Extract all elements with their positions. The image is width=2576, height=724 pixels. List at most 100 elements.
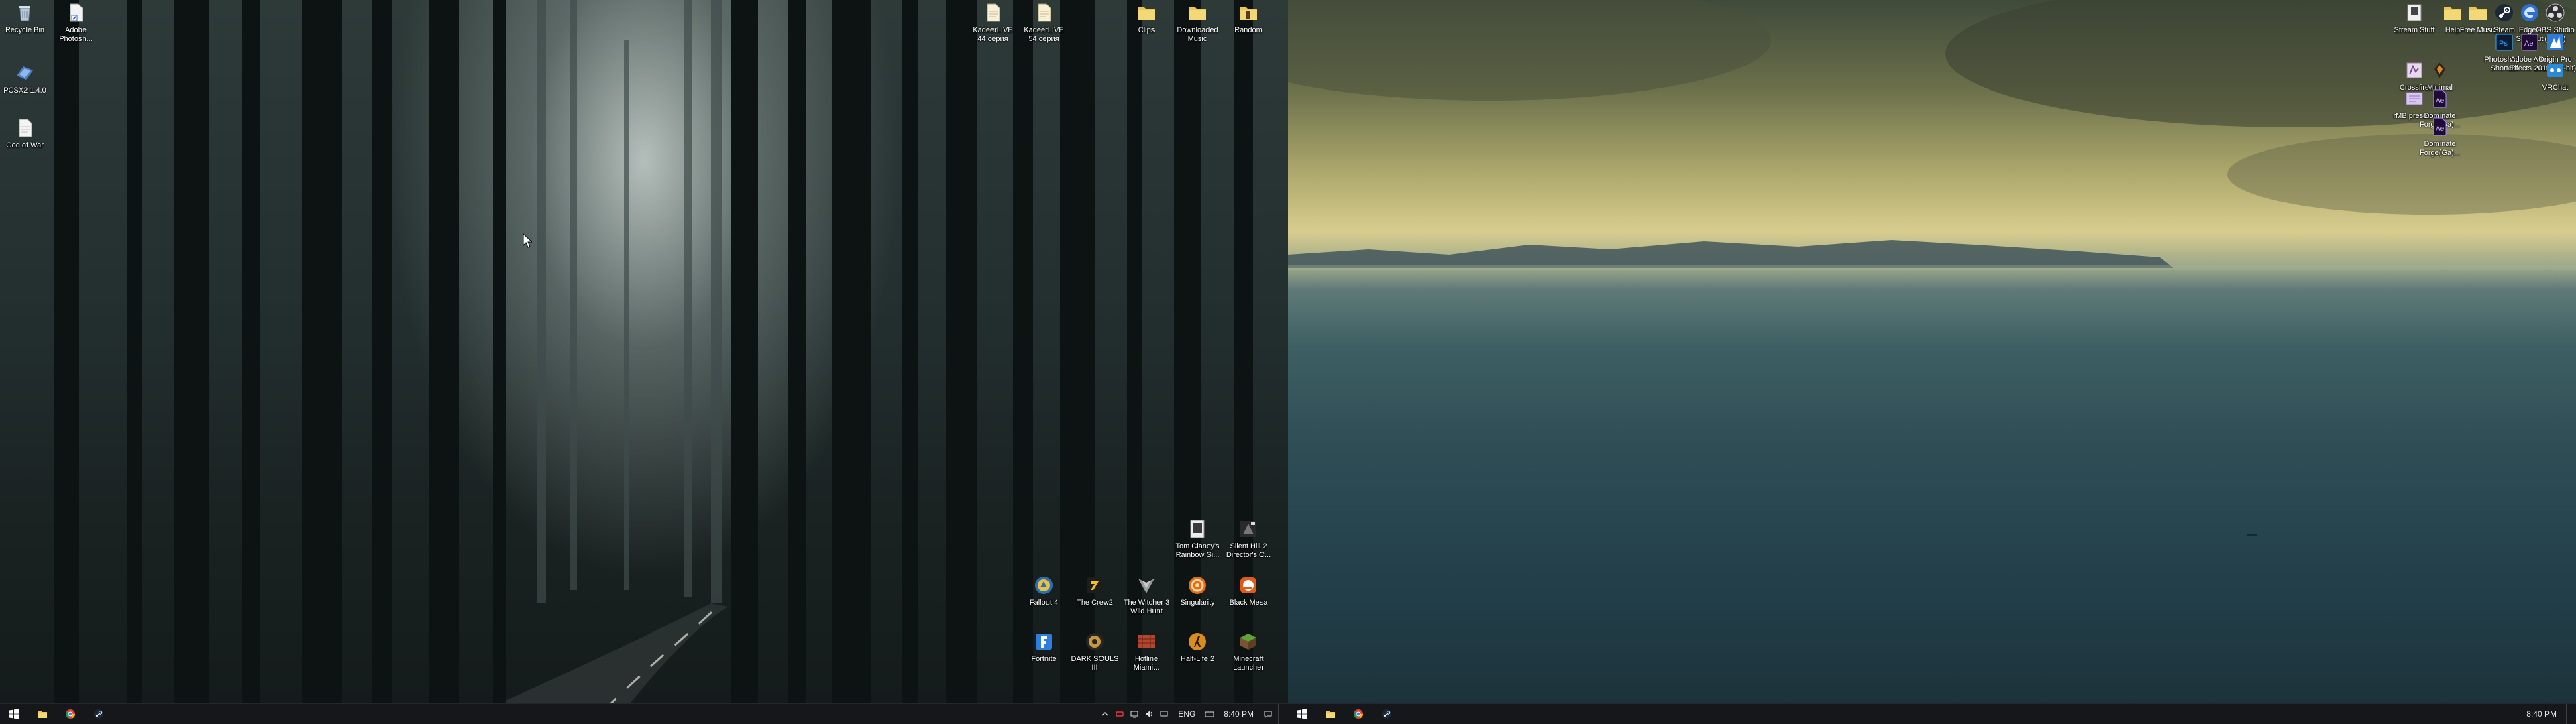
taskbar-steam-secondary[interactable] (1373, 704, 1401, 724)
desktop-icon-black-mesa[interactable]: Black Mesa (1224, 574, 1273, 607)
icon-label: Hotline Miami... (1133, 655, 1160, 672)
vr-icon (2544, 59, 2567, 82)
taskbar-right: 8:40 PM (1288, 703, 2576, 724)
monitor-right: Stream Stuff Help Free Music Steam Edge … (1288, 0, 2576, 724)
tray-overflow[interactable] (1097, 704, 1112, 724)
stream-icon (2403, 1, 2426, 24)
icon-label: Tom Clancy's Rainbow Si... (1175, 542, 1220, 559)
desktop-icon-fallout-4[interactable]: Fallout 4 (1019, 574, 1069, 607)
desktop-icon-rainbow-six[interactable]: Tom Clancy's Rainbow Si... (1173, 518, 1222, 560)
desktop-icon-dark-souls-3[interactable]: DARK SOULS III (1070, 630, 1120, 672)
show-desktop-button[interactable] (1278, 704, 1283, 724)
hotline-miami-icon (1135, 630, 1158, 653)
show-desktop-button-secondary[interactable] (2566, 704, 2571, 724)
desktop-icon-kadeerlive-44[interactable]: KadeerLIVE 44 серия (968, 1, 1018, 44)
app-icon (2428, 59, 2451, 82)
silent-hill-icon (1237, 518, 1260, 540)
desktop-icon-hotline-miami[interactable]: Hotline Miami... (1122, 630, 1171, 672)
icon-label: Random (1234, 26, 1263, 34)
recording-icon (1116, 711, 1124, 717)
action-center[interactable] (1260, 704, 1275, 724)
icon-label: Fallout 4 (1029, 599, 1059, 607)
desktop-icon-the-crew-2[interactable]: The Crew2 (1070, 574, 1120, 607)
keyboard-icon (1205, 711, 1214, 717)
icon-label: Dominate Forge(Ga)... (2420, 140, 2460, 157)
windows-start-icon (1297, 709, 1307, 719)
icon-label: DARK SOULS III (1071, 655, 1119, 672)
text-file-icon (1032, 1, 1055, 24)
taskbar-chrome-secondary[interactable] (1344, 704, 1373, 724)
icon-label: Recycle Bin (5, 26, 45, 34)
desktop-icon-recycle-bin[interactable]: Recycle Bin (0, 1, 50, 35)
document-icon (13, 117, 36, 139)
file-explorer-icon (1326, 711, 1335, 718)
chevron-up-icon (1102, 712, 1108, 716)
start-button-secondary[interactable] (1288, 704, 1316, 724)
taskbar-steam[interactable] (85, 704, 113, 724)
desktop-icon-the-witcher-3[interactable]: The Witcher 3 Wild Hunt (1122, 574, 1171, 616)
taskbar-clock-secondary[interactable]: 8:40 PM (2520, 709, 2563, 719)
desktop-icon-downloaded-music[interactable]: Downloaded Music (1173, 1, 1222, 44)
recycle-bin-icon (13, 1, 36, 24)
taskbar-file-explorer[interactable] (28, 704, 56, 724)
icon-label: PCSX2 1.4.0 (3, 86, 46, 95)
desktop-icon-silent-hill-2[interactable]: Silent Hill 2 Director's C... (1224, 518, 1273, 560)
fortnite-icon (1032, 630, 1055, 653)
steam-icon (94, 709, 103, 719)
desktop-icon-vrchat[interactable]: VRChat (2530, 59, 2576, 93)
action-center-icon (1264, 711, 1272, 718)
tray-keyboard[interactable] (1202, 704, 1217, 724)
desktop-icon-clips[interactable]: Clips (1122, 1, 1171, 35)
sea-landscape (1288, 0, 2576, 536)
dark-souls-icon (1083, 630, 1106, 653)
taskbar-file-explorer-secondary[interactable] (1316, 704, 1344, 724)
taskbar-chrome[interactable] (56, 704, 85, 724)
icon-label: Singularity (1180, 599, 1215, 607)
icon-label: God of War (6, 141, 44, 149)
half-life-icon (1186, 630, 1209, 653)
taskbar-left: ENG 8:40 PM (0, 703, 1288, 724)
singularity-icon (1186, 574, 1209, 597)
svg-text:Ae: Ae (2436, 125, 2445, 133)
origin-icon (2544, 31, 2567, 54)
chrome-icon (1354, 709, 1364, 719)
tray-notifications[interactable] (1157, 704, 1171, 724)
forest-trees (54, 0, 1253, 712)
desktop-icon-fortnite[interactable]: Fortnite (1019, 630, 1069, 664)
speaker-icon (1146, 711, 1152, 717)
fallout-icon (1032, 574, 1055, 597)
desktop-icon-random[interactable]: Random (1224, 1, 1273, 35)
folder-icon (1237, 1, 1260, 24)
folder-icon (1186, 1, 1209, 24)
tray-app-red[interactable] (1112, 704, 1127, 724)
mouse-cursor-icon (523, 233, 532, 248)
witcher-icon (1135, 574, 1158, 597)
tray-volume[interactable] (1142, 704, 1157, 724)
icon-label: VRChat (2542, 84, 2569, 92)
icon-label: The Witcher 3 Wild Hunt (1123, 599, 1170, 615)
monitor-left: Recycle Bin Adobe Photosh... PCSX2 1.4.0… (0, 0, 1288, 724)
input-language[interactable]: ENG (1171, 709, 1202, 719)
desktop-icon-singularity[interactable]: Singularity (1173, 574, 1222, 607)
icon-label: Half-Life 2 (1180, 655, 1215, 663)
desktop-icon-kadeerlive-54[interactable]: KadeerLIVE 54 серия (1019, 1, 1069, 44)
desktop-icon-half-life-2[interactable]: Half-Life 2 (1173, 630, 1222, 664)
obs-icon (2544, 1, 2567, 24)
desktop-icon-minecraft-launcher[interactable]: Minecraft Launcher (1224, 630, 1273, 672)
black-mesa-icon (1237, 574, 1260, 597)
desktop-icon-dominate-forge-2[interactable]: Ae Dominate Forge(Ga)... (2415, 115, 2465, 158)
desktop-icon-adobe-photoshop[interactable]: Adobe Photosh... (51, 1, 101, 44)
icon-label: The Crew2 (1077, 599, 1113, 607)
desktop-icon-god-of-war[interactable]: God of War (0, 117, 50, 150)
icon-label: Adobe Photosh... (59, 26, 93, 43)
pcsx2-icon (13, 62, 36, 84)
message-icon (1160, 711, 1168, 717)
start-button[interactable] (0, 704, 28, 724)
tray-network[interactable] (1127, 704, 1142, 724)
icon-label: Black Mesa (1229, 599, 1268, 607)
text-file-icon (981, 1, 1004, 24)
icon-label: Minecraft Launcher (1233, 655, 1264, 672)
the-crew-icon (1083, 574, 1106, 597)
desktop-icon-pcsx2[interactable]: PCSX2 1.4.0 (0, 62, 50, 95)
taskbar-clock[interactable]: 8:40 PM (1217, 709, 1260, 719)
